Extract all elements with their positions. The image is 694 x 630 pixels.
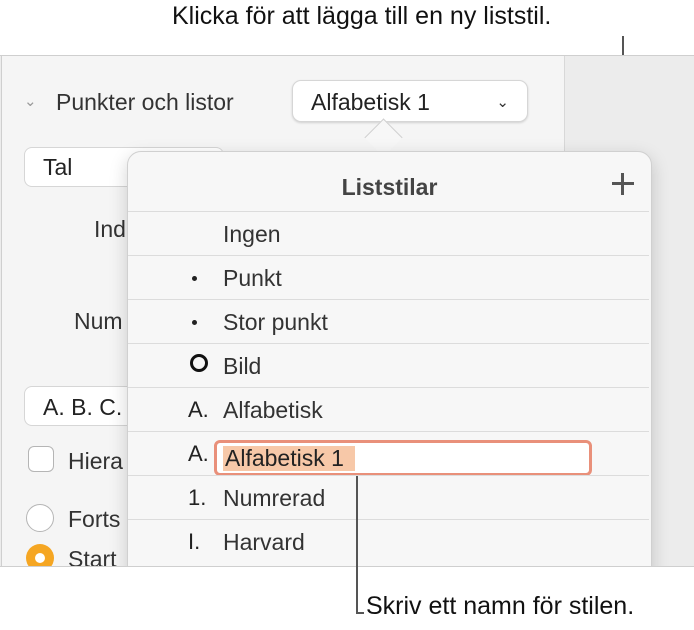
- chevron-down-icon: ⌄: [496, 94, 509, 111]
- bullet-icon: [192, 320, 197, 325]
- style-name-value: Alfabetisk 1: [225, 445, 344, 471]
- list-item-label: Punkt: [223, 265, 282, 291]
- start-label: Start: [68, 546, 117, 567]
- list-type-value: Tal: [43, 154, 73, 180]
- callout-line-bottom-tick: [356, 612, 364, 614]
- list-item[interactable]: 1. Numrerad: [128, 475, 649, 520]
- hierarchy-checkbox[interactable]: [28, 446, 54, 472]
- popover-title: Liststilar: [341, 174, 438, 200]
- section-title: Punkter och listor: [56, 89, 234, 115]
- list-item-label: Numrerad: [223, 485, 326, 511]
- list-item[interactable]: I. Harvard: [128, 519, 649, 564]
- callout-type-name: Skriv ett namn för stilen.: [366, 592, 635, 620]
- list-item-marker: I.: [188, 529, 201, 554]
- list-item[interactable]: Bild: [128, 343, 649, 388]
- list-item[interactable]: A. Alfabetisk: [128, 387, 649, 432]
- hierarchy-label: Hiera: [68, 448, 123, 474]
- continue-radio[interactable]: [26, 504, 54, 532]
- continue-label: Forts: [68, 506, 121, 532]
- list-item-label: Harvard: [223, 529, 305, 555]
- list-style-popup[interactable]: Alfabetisk 1 ⌄: [292, 80, 528, 122]
- screenshot-frame: ⌄ Punkter och listor Alfabetisk 1 ⌄ Tal …: [0, 55, 694, 567]
- list-item-marker: A.: [188, 441, 209, 466]
- numbering-label: Num: [74, 308, 123, 334]
- list-item-marker: A.: [188, 397, 209, 422]
- style-name-input[interactable]: Alfabetisk 1: [214, 440, 592, 476]
- list-style-value: Alfabetisk 1: [311, 89, 430, 115]
- list-item-label: Bild: [223, 353, 262, 379]
- callout-line-bottom: [356, 476, 358, 614]
- chevron-down-icon[interactable]: ⌄: [24, 92, 37, 110]
- list-item[interactable]: Stor punkt: [128, 299, 649, 344]
- list-item-label: Alfabetisk: [223, 397, 323, 423]
- list-item[interactable]: Ingen: [128, 211, 649, 256]
- list-item-marker: 1.: [188, 485, 207, 510]
- list-item-label: Ingen: [223, 221, 281, 247]
- bullet-icon: [192, 276, 197, 281]
- list-item[interactable]: Punkt: [128, 255, 649, 300]
- indent-label: Ind: [94, 216, 126, 242]
- start-radio[interactable]: [26, 544, 54, 566]
- image-bullet-icon: [190, 354, 208, 372]
- list-item-label: Stor punkt: [223, 309, 328, 335]
- number-format-value: A. B. C.: [43, 394, 123, 420]
- add-style-button[interactable]: [608, 169, 638, 199]
- callout-add-style: Klicka för att lägga till en ny liststil…: [172, 2, 552, 30]
